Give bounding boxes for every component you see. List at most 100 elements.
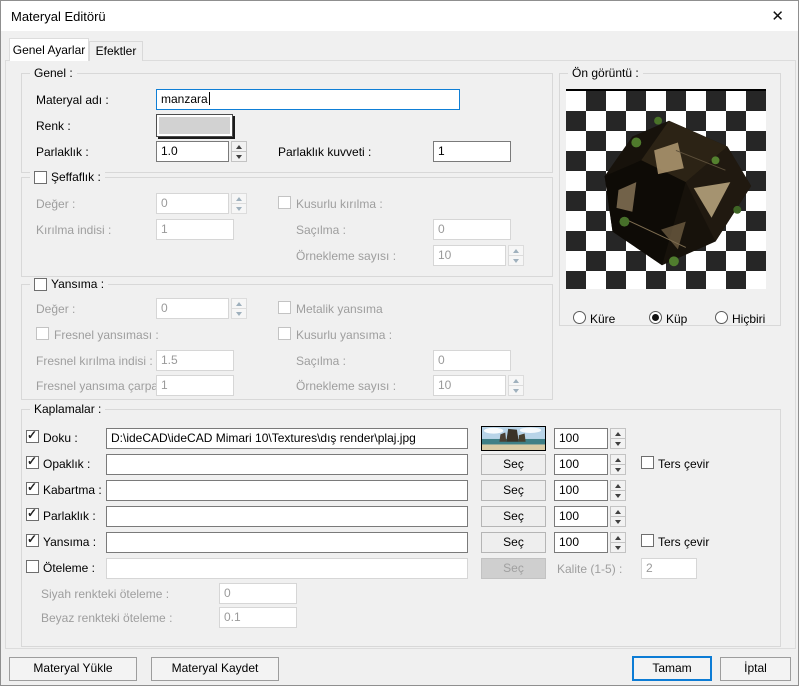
- opaklik-amount-spinner: 100: [554, 454, 626, 475]
- doku-path-input[interactable]: D:\ideCAD\ideCAD Mimari 10\Textures\dış …: [106, 428, 468, 449]
- doku-amount-input[interactable]: 100: [554, 428, 608, 449]
- spin-up-icon[interactable]: [610, 506, 626, 516]
- beyaz-oteleme-input: 0.1: [219, 607, 297, 628]
- yansima-ornekleme-input: 10: [433, 375, 506, 396]
- opaklik-ters-cevir-checkbox[interactable]: [641, 456, 654, 469]
- parlaklik-kuvveti-input[interactable]: 1: [433, 141, 511, 162]
- yansima-legend-label: Yansıma :: [51, 277, 105, 291]
- seffaflik-ornekleme-label: Örnekleme sayısı :: [296, 249, 397, 263]
- kabartma-path-input[interactable]: [106, 480, 468, 501]
- spin-up-icon: [231, 298, 247, 308]
- kaplamalar-yansima-path-input[interactable]: [106, 532, 468, 553]
- kaplamalar-yansima-checkbox[interactable]: [26, 532, 39, 547]
- siyah-oteleme-label: Siyah renkteki öteleme :: [41, 587, 170, 601]
- spin-down-icon[interactable]: [610, 438, 626, 449]
- kusurlu-yansima-label: Kusurlu yansıma :: [296, 328, 393, 342]
- seffaflik-checkbox[interactable]: [34, 170, 47, 184]
- opaklik-amount-input[interactable]: 100: [554, 454, 608, 475]
- renk-label: Renk :: [36, 119, 71, 133]
- spin-up-icon[interactable]: [610, 428, 626, 438]
- kabartma-amount-spinner: 100: [554, 480, 626, 501]
- kaplamalar-parlaklik-checkbox[interactable]: [26, 506, 39, 521]
- opaklik-checkbox[interactable]: [26, 454, 39, 469]
- fresnel-kirilma-indisi-label: Fresnel kırılma indisi :: [36, 354, 153, 368]
- kabartma-sec-button[interactable]: Seç: [481, 480, 546, 501]
- yansima-sacilma-label: Saçılma :: [296, 354, 347, 368]
- spin-down-icon[interactable]: [610, 464, 626, 475]
- seffaflik-legend-label: Şeffaflık :: [51, 170, 101, 184]
- spin-down-icon[interactable]: [610, 542, 626, 553]
- kabartma-amount-input[interactable]: 100: [554, 480, 608, 501]
- spin-down-icon[interactable]: [231, 151, 247, 162]
- kusurlu-yansima-checkbox: [278, 327, 291, 340]
- parlaklik-input[interactable]: 1.0: [156, 141, 229, 162]
- tab-genel-ayarlar[interactable]: Genel Ayarlar: [9, 38, 89, 61]
- kaplamalar-parlaklik-amount-input[interactable]: 100: [554, 506, 608, 527]
- tab-efektler[interactable]: Efektler: [89, 41, 143, 61]
- parlaklik-kuvveti-label: Parlaklık kuvveti :: [278, 145, 372, 159]
- close-icon[interactable]: ✕: [771, 7, 784, 25]
- parlaklik-label: Parlaklık :: [36, 145, 89, 159]
- yansima-deger-spinner: 0: [156, 298, 247, 319]
- radio-hicbiri-label: Hiçbiri: [732, 312, 766, 326]
- kaplamalar-yansima-sec-button[interactable]: Seç: [481, 532, 546, 553]
- group-on-goruntu-legend: Ön görüntü :: [568, 66, 643, 80]
- spin-down-icon: [231, 203, 247, 214]
- kaplamalar-parlaklik-sec-button[interactable]: Seç: [481, 506, 546, 527]
- opaklik-ters-cevir-label: Ters çevir: [658, 457, 710, 471]
- fresnel-yansima-carpani-label: Fresnel yansıma çarpanı :: [36, 379, 175, 393]
- renk-swatch-color: [159, 117, 230, 134]
- yansima-checkbox[interactable]: [34, 277, 47, 291]
- materyal-adi-input[interactable]: manzara: [156, 89, 460, 110]
- kalite-label: Kalite (1-5) :: [557, 562, 623, 576]
- materyal-yukle-button[interactable]: Materyal Yükle: [9, 657, 137, 681]
- fresnel-yansimasi-checkbox: [36, 327, 49, 340]
- radio-kup[interactable]: [649, 311, 662, 324]
- kaplamalar-yansima-amount-input[interactable]: 100: [554, 532, 608, 553]
- spin-down-icon[interactable]: [610, 490, 626, 501]
- fresnel-yansima-carpani-input: 1: [156, 375, 234, 396]
- metalik-yansima-checkbox: [278, 301, 291, 314]
- kirilma-indisi-label: Kırılma indisi :: [36, 223, 112, 237]
- metalik-yansima-label: Metalik yansıma: [296, 302, 383, 316]
- window-title: Materyal Editörü: [11, 9, 106, 24]
- kaplamalar-parlaklik-label: Parlaklık :: [43, 509, 96, 523]
- radio-kup-label: Küp: [666, 312, 688, 326]
- oteleme-label: Öteleme :: [43, 561, 96, 575]
- spin-down-icon[interactable]: [610, 516, 626, 527]
- spin-up-icon[interactable]: [610, 454, 626, 464]
- radio-hicbiri[interactable]: [715, 311, 728, 324]
- radio-kure[interactable]: [573, 311, 586, 324]
- parlaklik-spinner: 1.0: [156, 141, 247, 162]
- seffaflik-deger-spinner: 0: [156, 193, 247, 214]
- doku-checkbox[interactable]: [26, 428, 39, 443]
- kusurlu-kirilma-label: Kusurlu kırılma :: [296, 197, 383, 211]
- oteleme-checkbox[interactable]: [26, 560, 39, 573]
- doku-texture-thumbnail[interactable]: [481, 426, 546, 451]
- opaklik-path-input[interactable]: [106, 454, 468, 475]
- oteleme-path-input: [106, 558, 468, 579]
- opaklik-sec-button[interactable]: Seç: [481, 454, 546, 475]
- renk-swatch-button[interactable]: [156, 114, 233, 137]
- iptal-button[interactable]: İptal: [720, 657, 791, 681]
- kaplamalar-yansima-ters-cevir-checkbox[interactable]: [641, 534, 654, 547]
- spin-up-icon[interactable]: [610, 480, 626, 490]
- kirilma-indisi-input: 1: [156, 219, 234, 240]
- yansima-ornekleme-spinner: 10: [433, 375, 524, 396]
- yansima-ornekleme-label: Örnekleme sayısı :: [296, 379, 397, 393]
- kusurlu-kirilma-checkbox: [278, 196, 291, 209]
- kaplamalar-parlaklik-path-input[interactable]: [106, 506, 468, 527]
- spin-up-icon: [508, 245, 524, 255]
- yansima-deger-label: Değer :: [36, 302, 76, 316]
- kabartma-checkbox[interactable]: [26, 480, 39, 495]
- spin-down-icon: [508, 255, 524, 266]
- spin-up-icon[interactable]: [610, 532, 626, 542]
- spin-up-icon[interactable]: [231, 141, 247, 151]
- tamam-button[interactable]: Tamam: [632, 656, 712, 681]
- preview-cube-icon: [604, 116, 752, 267]
- yansima-sacilma-input: 0: [433, 350, 511, 371]
- materyal-kaydet-button[interactable]: Materyal Kaydet: [151, 657, 279, 681]
- doku-label: Doku :: [43, 431, 78, 445]
- oteleme-sec-button: Seç: [481, 558, 546, 579]
- kaplamalar-yansima-ters-cevir-label: Ters çevir: [658, 535, 710, 549]
